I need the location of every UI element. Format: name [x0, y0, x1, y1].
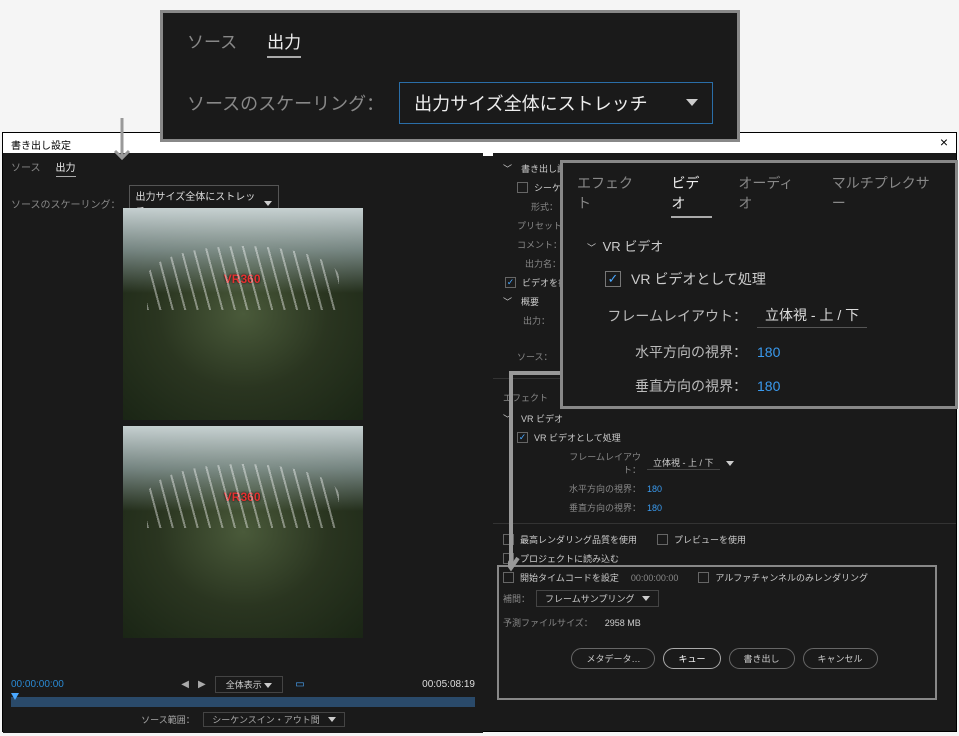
chevron-down-icon: [264, 201, 272, 206]
source-range-label: ソース範囲：: [141, 715, 195, 725]
start-tc-value: 00:00:00:00: [631, 573, 679, 583]
source-range-select[interactable]: シーケンスイン・アウト間: [203, 712, 345, 727]
summary-label: 概要: [521, 295, 539, 308]
use-preview-checkbox[interactable]: [657, 534, 668, 545]
watermark-text: VR360: [224, 490, 261, 504]
twirl-icon[interactable]: ﹀: [503, 162, 512, 175]
timeline-bar: 00:00:00:00 ◀ ▶ 全体表示 ▭ 00:05:08:19: [11, 676, 475, 693]
out-point-tc[interactable]: 00:05:08:19: [422, 679, 475, 690]
interp-select[interactable]: フレームサンプリング: [536, 590, 659, 607]
step-back-icon[interactable]: ◀: [181, 679, 186, 690]
use-preview-label: プレビューを使用: [674, 533, 746, 546]
scaling-value: 出力サイズ全体にストレッチ: [414, 90, 647, 116]
tab-effects-big[interactable]: エフェクト: [577, 173, 645, 218]
chevron-down-icon: [264, 683, 272, 688]
export-button[interactable]: 書き出し: [729, 648, 795, 669]
watermark-text: VR360: [224, 272, 261, 286]
scrub-bar[interactable]: [11, 697, 475, 707]
source-summary-label: ソース：: [517, 350, 553, 363]
vfov-value[interactable]: 180: [647, 503, 662, 513]
chevron-down-icon: [726, 461, 734, 466]
vr-process-label-big: VR ビデオとして処理: [631, 269, 766, 289]
tab-output[interactable]: 出力: [267, 28, 301, 58]
preview-top-eye: VR360: [123, 208, 363, 420]
scaling-label-small: ソースのスケーリング：: [11, 196, 121, 211]
dialog-title: 書き出し設定: [11, 137, 71, 152]
vfov-value-big[interactable]: 180: [757, 378, 780, 394]
twirl-icon[interactable]: ﹀: [587, 243, 596, 253]
alpha-only-checkbox[interactable]: [698, 572, 709, 583]
comment-label: コメント：: [517, 238, 562, 251]
vr-section-header-big: VR ビデオ: [603, 239, 664, 254]
estimate-value: 2958 MB: [605, 618, 641, 628]
format-label: 形式：: [531, 200, 558, 213]
tab-mux-big[interactable]: マルチプレクサー: [832, 173, 941, 218]
frame-layout-select[interactable]: 立体視 - 上 / 下: [647, 456, 720, 470]
close-icon[interactable]: ×: [940, 137, 948, 152]
hfov-value[interactable]: 180: [647, 484, 662, 494]
preview-area: VR360 VR360: [123, 208, 363, 638]
match-seq-checkbox[interactable]: [517, 182, 528, 193]
chevron-down-icon: [686, 99, 698, 107]
tab-output-small[interactable]: 出力: [56, 159, 76, 177]
left-preview-panel: ソース 出力 ソースのスケーリング： 出力サイズ全体にストレッチ VR360 V…: [3, 153, 483, 733]
aspect-correction-icon[interactable]: ▭: [295, 679, 304, 690]
step-fwd-icon[interactable]: ▶: [198, 679, 203, 690]
chevron-down-icon: [328, 717, 336, 722]
in-point-tc[interactable]: 00:00:00:00: [11, 679, 64, 690]
callout-right-panel: エフェクト ビデオ オーディオ マルチプレクサー ﹀ VR ビデオ VR ビデオ…: [560, 160, 958, 409]
tab-video-big[interactable]: ビデオ: [671, 173, 712, 218]
export-video-checkbox[interactable]: [505, 277, 516, 288]
estimate-label: 予測ファイルサイズ：: [503, 616, 593, 629]
tab-audio-big[interactable]: オーディオ: [738, 173, 805, 218]
output-summary-label: 出力：: [523, 314, 550, 327]
scaling-label: ソースのスケーリング：: [187, 90, 384, 116]
metadata-button[interactable]: メタデータ…: [571, 648, 655, 669]
source-range-row: ソース範囲： シーケンスイン・アウト間: [3, 712, 483, 727]
arrow-connector-top: [112, 118, 132, 168]
chevron-down-icon: [642, 596, 650, 601]
callout-top-panel: ソース 出力 ソースのスケーリング： 出力サイズ全体にストレッチ: [160, 10, 740, 142]
frame-layout-label-big: フレームレイアウト：: [587, 306, 747, 326]
interp-label: 補間：: [503, 592, 530, 605]
tab-source[interactable]: ソース: [187, 28, 237, 58]
tab-source-small[interactable]: ソース: [11, 159, 41, 177]
cancel-button[interactable]: キャンセル: [803, 648, 878, 669]
queue-button[interactable]: キュー: [663, 648, 720, 669]
scaling-select[interactable]: 出力サイズ全体にストレッチ: [399, 82, 713, 124]
frame-layout-select-big[interactable]: 立体視 - 上 / 下: [757, 303, 867, 328]
outputname-label: 出力名：: [525, 257, 561, 270]
hfov-value-big[interactable]: 180: [757, 344, 780, 360]
vfov-label-big: 垂直方向の視界：: [587, 376, 747, 396]
hfov-label-big: 水平方向の視界：: [587, 342, 747, 362]
preview-bottom-eye: VR360: [123, 426, 363, 638]
vr-process-checkbox-big[interactable]: [605, 271, 621, 287]
twirl-icon[interactable]: ﹀: [503, 295, 512, 308]
alpha-only-label: アルファチャンネルのみレンダリング: [715, 571, 868, 584]
fit-select[interactable]: 全体表示: [215, 676, 284, 693]
